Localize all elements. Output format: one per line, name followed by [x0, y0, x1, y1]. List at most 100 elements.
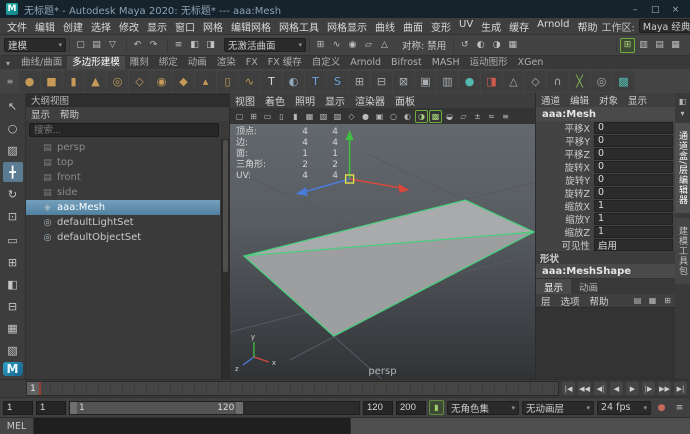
playback-end-field[interactable] — [363, 401, 393, 415]
shelf-tab-自定义[interactable]: 自定义 — [307, 56, 346, 69]
menu-set-combo[interactable]: 建模 ▾ — [4, 38, 66, 52]
poly-disc-icon[interactable]: ◉ — [151, 71, 172, 92]
auto-key-toggle[interactable]: ▮ — [429, 400, 444, 415]
shelf-tab-绑定[interactable]: 绑定 — [154, 56, 183, 69]
range-slider[interactable]: 1 120 — [69, 401, 360, 415]
viewport-menu-显示[interactable]: 显示 — [320, 93, 350, 108]
gate-mask-icon[interactable]: ▮ — [289, 110, 302, 123]
select-tool[interactable]: ↖ — [3, 96, 23, 116]
lasso-tool[interactable]: ○ — [3, 118, 23, 138]
channel-value-field[interactable]: 0 — [594, 187, 673, 199]
menu-帮助[interactable]: 帮助 — [574, 19, 602, 34]
channel-box-toggle[interactable]: ▦ — [668, 38, 683, 53]
exposure-icon[interactable]: ± — [471, 110, 484, 123]
save-scene-icon[interactable]: ▽ — [105, 38, 120, 53]
outliner-item-defaultObjectSet[interactable]: ◎defaultObjectSet — [26, 230, 220, 245]
svg-tool-icon[interactable]: S — [327, 71, 348, 92]
animation-end-field[interactable] — [396, 401, 426, 415]
resolution-gate-icon[interactable]: ▯ — [275, 110, 288, 123]
shelf-tab-FX 缓存[interactable]: FX 缓存 — [263, 56, 307, 69]
channel-value-field[interactable]: 1 — [594, 200, 673, 212]
smooth-icon[interactable]: ● — [459, 71, 480, 92]
menu-网格工具[interactable]: 网格工具 — [275, 19, 323, 34]
uv-editor-layout[interactable]: ▧ — [3, 340, 23, 360]
bridge-icon[interactable]: ∩ — [547, 71, 568, 92]
isolate-select-icon[interactable]: ▱ — [457, 110, 470, 123]
menu-曲面[interactable]: 曲面 — [399, 19, 427, 34]
poly-pyramid-icon[interactable]: ▴ — [195, 71, 216, 92]
viewport-menu-面板[interactable]: 面板 — [390, 93, 420, 108]
shelf-tab-多边形建模[interactable]: 多边形建模 — [67, 56, 125, 69]
single-pane-layout[interactable]: ▭ — [3, 230, 23, 250]
target-weld-icon[interactable]: ◎ — [591, 71, 612, 92]
separate-icon[interactable]: ▥ — [437, 71, 458, 92]
menu-窗口[interactable]: 窗口 — [171, 19, 199, 34]
menu-生成[interactable]: 生成 — [477, 19, 505, 34]
minimize-button[interactable]: – — [627, 5, 644, 15]
fps-combo[interactable]: 24 fps ▾ — [597, 401, 651, 415]
menu-Arnold[interactable]: Arnold — [533, 19, 573, 34]
outliner-item-side[interactable]: ▤side — [26, 185, 220, 200]
open-scene-icon[interactable]: ▤ — [89, 38, 104, 53]
layer-tab-显示[interactable]: 显示 — [536, 279, 571, 294]
menu-修改[interactable]: 修改 — [115, 19, 143, 34]
range-end-handle[interactable] — [236, 402, 243, 414]
poly-text-icon[interactable]: T — [261, 71, 282, 92]
shaded-mode-icon[interactable]: ● — [359, 110, 372, 123]
attribute-editor-toggle[interactable]: ▥ — [636, 38, 651, 53]
shelf-tab-Arnold[interactable]: Arnold — [345, 56, 386, 69]
snap-point-icon[interactable]: ◉ — [345, 38, 360, 53]
channel-value-field[interactable]: 0 — [594, 135, 673, 147]
layer-menu-层[interactable]: 层 — [536, 294, 556, 308]
viewport-menu-着色[interactable]: 着色 — [260, 93, 290, 108]
shelf-tab-XGen[interactable]: XGen — [513, 56, 549, 69]
shelf-tab-MASH[interactable]: MASH — [427, 56, 465, 69]
xray-toggle-icon[interactable]: ◒ — [443, 110, 456, 123]
shelf-tab-FX[interactable]: FX — [241, 56, 263, 69]
mel-command-input[interactable] — [34, 418, 350, 434]
modeling-toolkit-toggle[interactable]: ⊞ — [620, 38, 635, 53]
poly-sphere-icon[interactable]: ● — [19, 71, 40, 92]
outliner-item-front[interactable]: ▤front — [26, 170, 220, 185]
outliner-item-top[interactable]: ▤top — [26, 155, 220, 170]
construction-history-icon[interactable]: ↺ — [457, 38, 472, 53]
extrude-icon[interactable]: △ — [503, 71, 524, 92]
lattice-icon[interactable]: ▩ — [613, 71, 634, 92]
channel-value-field[interactable]: 0 — [594, 148, 673, 160]
safe-title-icon[interactable]: ▨ — [331, 110, 344, 123]
persp-graph-layout[interactable]: ⊟ — [3, 296, 23, 316]
time-slider[interactable]: 1 — [26, 381, 559, 396]
redo-icon[interactable]: ↷ — [146, 38, 161, 53]
four-pane-layout[interactable]: ⊞ — [3, 252, 23, 272]
outliner-item-aaa:Mesh[interactable]: ◈aaa:Mesh — [26, 200, 220, 215]
shelf-tab-雕刻[interactable]: 雕刻 — [125, 56, 154, 69]
film-gate-icon[interactable]: ▭ — [261, 110, 274, 123]
playback-start-field[interactable] — [36, 401, 66, 415]
tool-settings-toggle[interactable]: ▤ — [652, 38, 667, 53]
channel-value-field[interactable]: 0 — [594, 122, 673, 134]
mirror-icon[interactable]: ◨ — [481, 71, 502, 92]
go-to-start-button[interactable]: |◀ — [561, 381, 576, 396]
outliner-scrollbar[interactable] — [221, 139, 229, 379]
gamma-icon[interactable]: ≈ — [485, 110, 498, 123]
boolean-difference-icon[interactable]: ⊟ — [371, 71, 392, 92]
side-tab-建模工具包[interactable]: 建模工具包 — [675, 218, 690, 284]
menu-编辑网格[interactable]: 编辑网格 — [227, 19, 275, 34]
channel-object-name[interactable]: aaa:Mesh — [536, 107, 675, 121]
menu-变形[interactable]: 变形 — [427, 19, 455, 34]
move-tool[interactable]: ╋ — [3, 162, 23, 182]
animation-start-field[interactable] — [3, 401, 33, 415]
workspace-combo[interactable]: Maya 经典* ▾ — [639, 19, 690, 33]
grid-toggle-icon[interactable]: ⊞ — [247, 110, 260, 123]
side-tab-通道盒/层编辑器[interactable]: 通道盒/层编辑器 — [675, 123, 690, 213]
viewport-settings-icon[interactable]: ≡ — [499, 110, 512, 123]
ipr-render-icon[interactable]: ◑ — [489, 38, 504, 53]
animation-preferences-icon[interactable]: ≡ — [672, 400, 687, 415]
plane-mesh[interactable] — [244, 200, 534, 336]
lights-toggle-icon[interactable]: ○ — [387, 110, 400, 123]
outliner-title[interactable]: 大纲视图 — [26, 93, 229, 107]
shelf-gear-icon[interactable]: ≡ — [2, 75, 18, 87]
menu-缓存[interactable]: 缓存 — [505, 19, 533, 34]
shapes-section-header[interactable]: 形状 — [536, 251, 675, 264]
type-tool-icon[interactable]: T — [305, 71, 326, 92]
